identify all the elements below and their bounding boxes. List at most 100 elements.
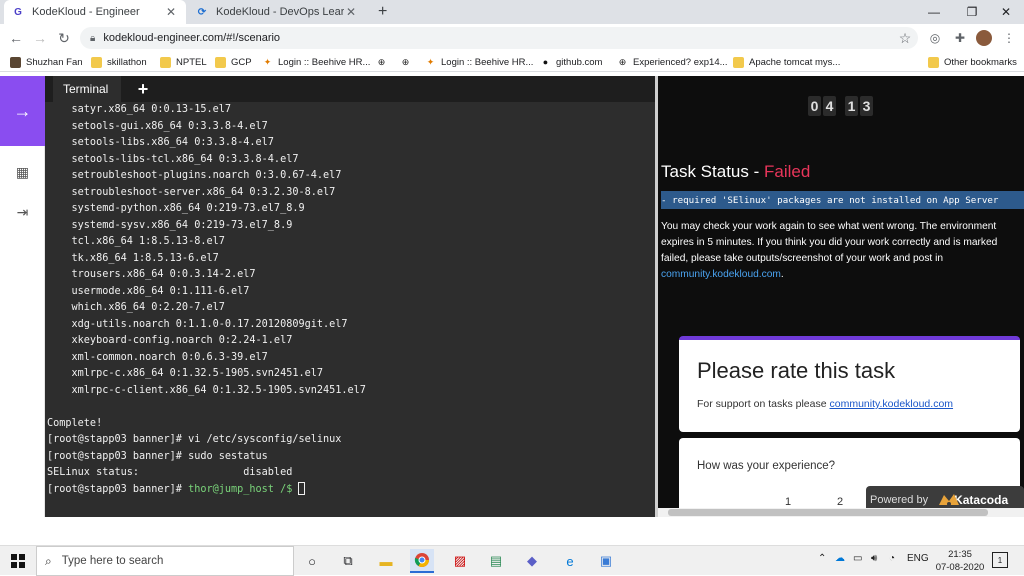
terminal-line: [root@stapp03 banner]# sudo sestatus	[47, 450, 268, 462]
support-text: For support on tasks please community.ko…	[697, 398, 954, 410]
terminal-line: xml-common.noarch 0:0.6.3-39.el7	[47, 351, 268, 363]
experience-question: How was your experience?	[697, 460, 836, 472]
new-tab-button[interactable]: +	[370, 0, 392, 24]
folder-icon	[215, 56, 226, 68]
rating-option-1[interactable]: 1	[785, 496, 791, 508]
community-link[interactable]: community.kodekloud.com	[661, 269, 781, 280]
status-error-message: - required 'SElinux' packages are not in…	[661, 191, 1024, 209]
countdown-timer: 0 4 1 3	[808, 96, 873, 116]
puzzle-icon[interactable]: ✚	[950, 28, 970, 48]
acrobat-icon[interactable]: ▨	[448, 549, 472, 573]
tab-terminal[interactable]: Terminal	[53, 76, 121, 102]
bookmark-item[interactable]: ⊕	[376, 54, 392, 70]
terminal-output[interactable]: satyr.x86_64 0:0.13-15.el7 setools-gui.x…	[45, 102, 655, 517]
avatar[interactable]	[974, 28, 994, 48]
extension-icon[interactable]: ◎	[925, 28, 945, 48]
browser-toolbar: ← → ↻ 🔒︎ kodekloud-engineer.com/#!/scena…	[0, 24, 1024, 52]
rate-task-title: Please rate this task	[697, 358, 896, 383]
beehive-icon: ✦	[263, 56, 272, 67]
show-hidden-icons[interactable]: ⌃	[818, 553, 826, 564]
taskbar-search-input[interactable]: ⌕ Type here to search	[36, 546, 294, 576]
dashboard-icon[interactable]: ▦	[0, 154, 45, 190]
terminal-line: xdg-utils.noarch 0:1.1.0-0.17.20120809gi…	[47, 318, 348, 330]
expand-arrow-icon[interactable]: →	[0, 76, 45, 146]
kodekloud-favicon-icon: G	[14, 6, 22, 18]
scrollbar-thumb[interactable]	[668, 509, 988, 516]
rate-task-card: Please rate this task For support on tas…	[679, 336, 1020, 432]
bookmark-item[interactable]: Apache tomcat mys...	[733, 54, 840, 70]
folder-icon	[91, 56, 102, 68]
terminal-line: systemd-python.x86_64 0:219-73.el7_8.9	[47, 203, 305, 214]
close-tab-icon[interactable]: ✕	[344, 5, 358, 19]
bookmark-item[interactable]: ✦ Login :: Beehive HR...	[425, 54, 534, 70]
menu-dots-icon[interactable]: ⋮	[999, 28, 1019, 48]
folder-icon	[928, 56, 939, 68]
windows-taskbar: ⌕ Type here to search ○ ⧉ ▬ ▨ ▤ ◆ e ▣ ⌃ …	[0, 545, 1024, 576]
bookmark-item[interactable]: NPTEL	[160, 54, 207, 70]
horizontal-scrollbar[interactable]	[658, 508, 1024, 517]
back-arrow-icon[interactable]: ←	[6, 28, 26, 48]
tab-strip: G KodeKloud - Engineer ✕ ⟳ KodeKloud - D…	[0, 0, 1024, 24]
terminal-line: satyr.x86_64 0:0.13-15.el7	[47, 104, 232, 115]
other-bookmarks[interactable]: Other bookmarks	[928, 54, 1017, 70]
task-panel: 0 4 1 3 Task Status - Failed - required …	[658, 76, 1024, 517]
task-view-icon[interactable]: ⧉	[336, 549, 360, 573]
terminal-cursor	[298, 482, 306, 495]
bookmark-icon	[10, 56, 21, 68]
terminal-line: setroubleshoot-plugins.noarch 0:3.0.67-4…	[47, 170, 342, 181]
bookmark-item[interactable]: skillathon	[91, 54, 147, 70]
document-app-icon[interactable]: ▣	[594, 549, 618, 573]
tab-title: KodeKloud - DevOps Learning C	[216, 6, 344, 18]
restore-icon[interactable]: ❐	[956, 0, 988, 24]
lock-icon: 🔒︎	[90, 32, 96, 44]
chrome-icon[interactable]	[410, 549, 434, 573]
logout-icon[interactable]: ⇥	[0, 194, 45, 230]
wifi-icon[interactable]: ◔	[889, 553, 895, 564]
terminal-line: setroubleshoot-server.x86_64 0:3.2.30-8.…	[47, 186, 336, 198]
volume-icon[interactable]: 🔊︎	[871, 553, 877, 564]
notepad-plus-icon[interactable]: ▤	[484, 549, 508, 573]
folder-icon	[160, 56, 171, 68]
timer-digit: 4	[823, 96, 836, 116]
cortana-icon[interactable]: ○	[300, 549, 324, 573]
edge-icon[interactable]: e	[558, 549, 582, 573]
browser-tab-devops-learning[interactable]: ⟳ KodeKloud - DevOps Learning C ✕	[188, 0, 366, 24]
system-clock[interactable]: 21:35 07-08-2020	[932, 548, 988, 574]
bookmark-item[interactable]: ✦ Login :: Beehive HR...	[262, 54, 371, 70]
battery-icon[interactable]: ▭	[853, 553, 862, 564]
bookmark-item[interactable]: ● github.com	[540, 54, 603, 70]
search-placeholder: Type here to search	[61, 555, 164, 567]
bookmark-item[interactable]: ⊕ Experienced? exp14...	[617, 54, 728, 70]
rating-option-2[interactable]: 2	[837, 496, 843, 508]
close-window-icon[interactable]: ✕	[990, 0, 1022, 24]
bookmark-item[interactable]: GCP	[215, 54, 252, 70]
bookmark-item[interactable]: Shuzhan Fan	[10, 54, 83, 70]
teams-icon[interactable]: ◆	[520, 549, 544, 573]
terminal-line: Complete!	[47, 417, 103, 429]
timer-digit: 1	[845, 96, 858, 116]
support-community-link[interactable]: community.kodekloud.com	[830, 398, 954, 410]
windows-start-icon[interactable]	[0, 546, 36, 576]
language-indicator[interactable]: ENG	[907, 553, 929, 564]
katacoda-logo-icon	[939, 494, 959, 506]
terminal-line: tcl.x86_64 1:8.5.13-8.el7	[47, 236, 225, 247]
bookmark-star-icon[interactable]: ☆	[895, 28, 915, 48]
reload-icon[interactable]: ↻	[54, 28, 74, 48]
terminal-line: which.x86_64 0:2.20-7.el7	[47, 302, 225, 313]
onedrive-icon[interactable]: ☁	[835, 553, 845, 564]
kodekloud-icon: ⟳	[197, 6, 207, 18]
forward-arrow-icon[interactable]: →	[30, 28, 50, 48]
bookmark-item[interactable]: ⊕	[400, 54, 416, 70]
terminal-line: xmlrpc-c-client.x86_64 0:1.32.5-1905.svn…	[47, 384, 366, 396]
browser-tab-kodekloud-engineer[interactable]: G KodeKloud - Engineer ✕	[4, 0, 186, 24]
terminal-prompt-line: [root@stapp03 banner]# thor@jump_host /$	[47, 482, 306, 498]
timer-digit: 0	[808, 96, 821, 116]
notification-center-icon[interactable]: 1	[992, 552, 1008, 568]
minimize-icon[interactable]: —	[918, 0, 950, 24]
add-terminal-tab-button[interactable]: +	[133, 79, 153, 99]
status-description: You may check your work again to see wha…	[661, 221, 998, 280]
close-tab-icon[interactable]: ✕	[164, 5, 178, 19]
address-bar[interactable]: 🔒︎ kodekloud-engineer.com/#!/scenario	[80, 27, 918, 49]
jump-host-prompt: thor@jump_host /$	[188, 483, 299, 495]
file-explorer-icon[interactable]: ▬	[374, 549, 398, 573]
